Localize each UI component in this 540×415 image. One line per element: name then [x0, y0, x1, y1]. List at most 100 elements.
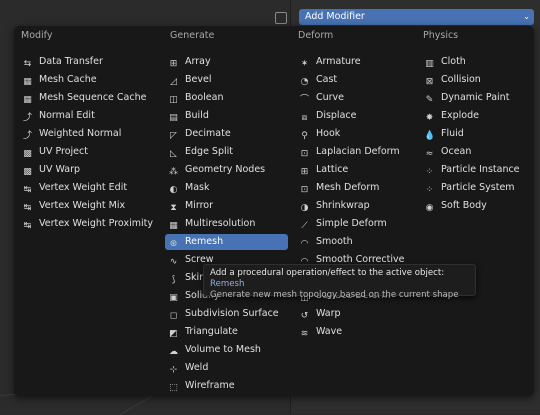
menu-item-label: Hook: [316, 128, 341, 139]
menu-item-boolean[interactable]: ◫ Boolean: [165, 90, 288, 106]
laplacian-deform-icon: ⊡: [300, 149, 309, 159]
menu-item-multiresolution[interactable]: ▦ Multiresolution: [165, 216, 288, 232]
armature-icon: ✶: [300, 59, 309, 69]
menu-item-wireframe[interactable]: ⬚ Wireframe: [165, 378, 288, 394]
menu-item-weld[interactable]: ⊹ Weld: [165, 360, 288, 376]
vertex-weight-proximity-icon: ↹: [23, 221, 32, 231]
menu-item-armature[interactable]: ✶ Armature: [296, 54, 421, 70]
array-icon: ⊞: [169, 59, 178, 69]
menu-item-label: Weighted Normal: [39, 128, 122, 139]
menu-item-array[interactable]: ⊞ Array: [165, 54, 288, 70]
menu-item-subdivision-surface[interactable]: ◻ Subdivision Surface: [165, 306, 288, 322]
remesh-icon: ⊛: [169, 239, 178, 249]
menu-item-mesh-sequence-cache[interactable]: ▦ Mesh Sequence Cache: [19, 90, 169, 106]
column-header-physics: Physics: [423, 30, 459, 41]
menu-item-volume-to-mesh[interactable]: ☁ Volume to Mesh: [165, 342, 288, 358]
menu-item-simple-deform[interactable]: ⟋ Simple Deform: [296, 216, 421, 232]
menu-item-ocean[interactable]: ≈ Ocean: [421, 144, 533, 160]
uv-project-icon: ▩: [23, 149, 32, 159]
warp-icon: ↺: [300, 311, 309, 321]
menu-item-bevel[interactable]: ◿ Bevel: [165, 72, 288, 88]
menu-item-label: Cloth: [441, 56, 466, 67]
tooltip-text: Add a procedural operation/effect to the…: [210, 268, 445, 278]
menu-item-label: Simple Deform: [316, 218, 387, 229]
menu-item-dynamic-paint[interactable]: ✎ Dynamic Paint: [421, 90, 533, 106]
menu-item-uv-project[interactable]: ▩ UV Project: [19, 144, 169, 160]
menu-item-collision[interactable]: ⊠ Collision: [421, 72, 533, 88]
menu-item-label: Wireframe: [185, 380, 235, 391]
menu-item-normal-edit[interactable]: ⤴ Normal Edit: [19, 108, 169, 124]
menu-item-explode[interactable]: ✸ Explode: [421, 108, 533, 124]
menu-item-remesh[interactable]: ⊛ Remesh: [165, 234, 288, 250]
menu-item-cloth[interactable]: ▥ Cloth: [421, 54, 533, 70]
menu-item-geometry-nodes[interactable]: ⁂ Geometry Nodes: [165, 162, 288, 178]
menu-item-vertex-weight-edit[interactable]: ↹ Vertex Weight Edit: [19, 180, 169, 196]
wireframe-icon: ⬚: [169, 383, 178, 393]
mesh-cache-icon: ▦: [23, 77, 32, 87]
menu-item-weighted-normal[interactable]: ⤴ Weighted Normal: [19, 126, 169, 142]
edge-split-icon: ◺: [170, 149, 177, 159]
menu-item-mask[interactable]: ◐ Mask: [165, 180, 288, 196]
menu-item-vertex-weight-mix[interactable]: ↹ Vertex Weight Mix: [19, 198, 169, 214]
curve-icon: ⌒: [299, 95, 309, 105]
menu-item-curve[interactable]: ⌒ Curve: [296, 90, 421, 106]
menu-item-data-transfer[interactable]: ⇆ Data Transfer: [19, 54, 169, 70]
menu-item-warp[interactable]: ↺ Warp: [296, 306, 421, 322]
menu-item-wave[interactable]: ≋ Wave: [296, 324, 421, 340]
menu-item-lattice[interactable]: ⊞ Lattice: [296, 162, 421, 178]
menu-item-label: Remesh: [185, 236, 224, 247]
menu-item-decimate[interactable]: ◸ Decimate: [165, 126, 288, 142]
subdivision-surface-icon: ◻: [169, 311, 178, 321]
menu-item-mesh-cache[interactable]: ▦ Mesh Cache: [19, 72, 169, 88]
menu-item-label: Soft Body: [441, 200, 487, 211]
menu-item-label: Mask: [185, 182, 210, 193]
column-header-deform: Deform: [298, 30, 334, 41]
menu-item-label: Shrinkwrap: [316, 200, 370, 211]
menu-item-triangulate[interactable]: ◩ Triangulate: [165, 324, 288, 340]
menu-item-label: Weld: [185, 362, 209, 373]
menu-item-label: Wave: [316, 326, 343, 337]
menu-item-label: Curve: [316, 92, 345, 103]
menu-item-fluid[interactable]: 💧 Fluid: [421, 126, 533, 142]
screw-icon: ∿: [169, 257, 178, 267]
menu-item-shrinkwrap[interactable]: ◑ Shrinkwrap: [296, 198, 421, 214]
menu-item-particle-instance[interactable]: ⁘ Particle Instance: [421, 162, 533, 178]
explode-icon: ✸: [425, 113, 434, 123]
menu-item-label: Multiresolution: [185, 218, 256, 229]
menu-item-vertex-weight-proximity[interactable]: ↹ Vertex Weight Proximity: [19, 216, 169, 232]
menu-item-edge-split[interactable]: ◺ Edge Split: [165, 144, 288, 160]
decimate-icon: ◸: [170, 131, 177, 141]
geometry-nodes-icon: ⁂: [169, 167, 178, 177]
menu-item-build[interactable]: ▤ Build: [165, 108, 288, 124]
tooltip: Add a procedural operation/effect to the…: [203, 264, 476, 300]
menu-item-hook[interactable]: ⚲ Hook: [296, 126, 421, 142]
boolean-icon: ◫: [169, 95, 178, 105]
column-header-modify: Modify: [21, 30, 53, 41]
menu-item-laplacian-deform[interactable]: ⊡ Laplacian Deform: [296, 144, 421, 160]
weld-icon: ⊹: [169, 365, 178, 375]
menu-item-label: Displace: [316, 110, 357, 121]
menu-item-label: Triangulate: [185, 326, 238, 337]
menu-item-uv-warp[interactable]: ▩ UV Warp: [19, 162, 169, 178]
collision-icon: ⊠: [425, 77, 434, 87]
menu-item-label: Warp: [316, 308, 341, 319]
menu-item-label: Build: [185, 110, 209, 121]
hook-icon: ⚲: [301, 131, 308, 141]
add-modifier-button[interactable]: Add Modifier ⌄: [299, 9, 534, 25]
vertex-weight-mix-icon: ↹: [23, 203, 32, 213]
menu-item-label: Explode: [441, 110, 479, 121]
menu-item-label: Particle System: [441, 182, 515, 193]
menu-item-soft-body[interactable]: ◉ Soft Body: [421, 198, 533, 214]
cast-icon: ◔: [300, 77, 309, 87]
menu-item-mirror[interactable]: ⧗ Mirror: [165, 198, 288, 214]
menu-item-label: Laplacian Deform: [316, 146, 400, 157]
menu-item-displace[interactable]: ⧈ Displace: [296, 108, 421, 124]
multiresolution-icon: ▦: [169, 221, 178, 231]
menu-item-cast[interactable]: ◔ Cast: [296, 72, 421, 88]
menu-item-particle-system[interactable]: ⁘ Particle System: [421, 180, 533, 196]
menu-item-label: Vertex Weight Proximity: [39, 218, 153, 229]
menu-item-mesh-deform[interactable]: ⊡ Mesh Deform: [296, 180, 421, 196]
camera-icon[interactable]: [275, 12, 287, 24]
menu-item-smooth[interactable]: ◠ Smooth: [296, 234, 421, 250]
menu-item-label: Cast: [316, 74, 338, 85]
